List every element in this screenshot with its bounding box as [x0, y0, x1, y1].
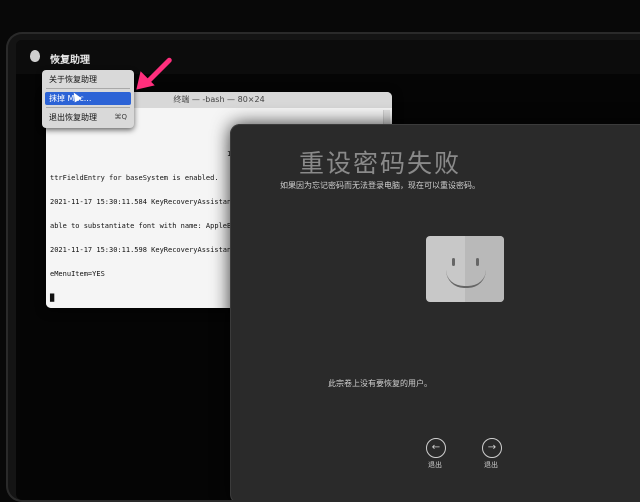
- reset-password-panel: 重设密码失败 如果因为忘记密码而无法登录电脑，现在可以重设密码。 此宗卷上没有要…: [230, 124, 640, 500]
- no-users-message: 此宗卷上没有要恢复的用户。: [328, 379, 432, 388]
- app-menu-dropdown: 关于恢复助理 抹掉 Mac... 退出恢复助理 ⌘Q: [42, 70, 134, 128]
- menu-bar: 恢复助理: [16, 40, 640, 74]
- menu-item-quit-label: 退出恢复助理: [49, 113, 97, 122]
- panel-subtitle: 如果因为忘记密码而无法登录电脑，现在可以重设密码。: [280, 181, 480, 190]
- screen: 恢复助理 终端 — -bash — 80×24 ord 15:30:11.569…: [16, 40, 640, 500]
- forward-arrow-icon[interactable]: →: [482, 438, 502, 458]
- panel-title: 重设密码失败: [298, 149, 461, 178]
- back-arrow-icon[interactable]: ←: [426, 438, 446, 458]
- finder-face-icon: [426, 236, 504, 302]
- menu-separator: [46, 88, 130, 89]
- back-label: 退出: [428, 461, 442, 469]
- menu-item-erase-mac[interactable]: 抹掉 Mac...: [45, 92, 131, 105]
- apple-icon[interactable]: [30, 50, 40, 62]
- forward-label: 退出: [484, 461, 498, 469]
- menu-separator: [46, 107, 130, 108]
- menu-item-about[interactable]: 关于恢复助理: [45, 73, 131, 86]
- quit-shortcut: ⌘Q: [114, 113, 127, 121]
- menu-app-name[interactable]: 恢复助理: [50, 51, 90, 66]
- menu-item-quit[interactable]: 退出恢复助理 ⌘Q: [45, 111, 131, 124]
